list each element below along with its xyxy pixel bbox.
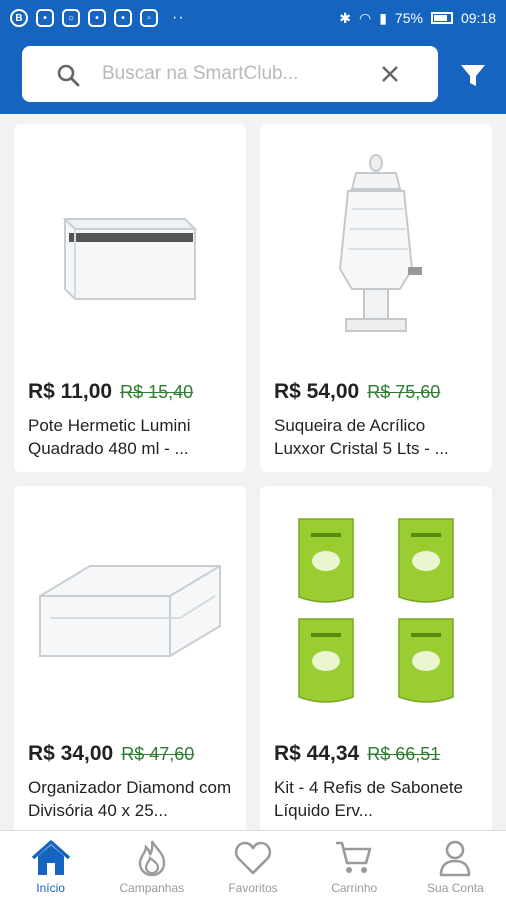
chat-icon-3: •	[114, 9, 132, 27]
product-card[interactable]: R$ 11,00 R$ 15,40 Pote Hermetic Lumini Q…	[14, 124, 246, 472]
clock: 09:18	[460, 10, 496, 26]
product-price: R$ 11,00	[28, 380, 113, 403]
chat-icon: •	[36, 9, 54, 27]
product-grid: R$ 11,00 R$ 15,40 Pote Hermetic Lumini Q…	[0, 114, 506, 830]
nav-label-account: Sua Conta	[427, 881, 484, 895]
nav-label-campaigns: Campanhas	[119, 881, 185, 895]
search-icon[interactable]	[56, 63, 80, 87]
product-name: Organizador Diamond com Divisória 40 x 2…	[28, 778, 232, 820]
product-price: R$ 54,00	[274, 380, 360, 403]
app-header	[0, 36, 506, 114]
nav-home[interactable]: Início	[0, 831, 101, 900]
product-price: R$ 44,34	[274, 742, 360, 765]
search-input[interactable]	[102, 58, 372, 90]
home-icon	[31, 840, 70, 875]
status-bar: B • ○ • • ▫ ·· ✱ ◠ ▮ 75% 09:18	[0, 0, 506, 36]
product-name: Pote Hermetic Lumini Quadrado 480 ml - .…	[28, 416, 191, 458]
more-notifications-icon: ··	[172, 9, 185, 26]
flame-icon	[138, 840, 165, 877]
product-card[interactable]: R$ 54,00 R$ 75,60 Suqueira de Acrílico L…	[260, 124, 492, 472]
wifi-icon: ◠	[358, 9, 372, 26]
user-icon	[440, 840, 471, 877]
product-name: Suqueira de Acrílico Luxxor Cristal 5 Lt…	[274, 416, 449, 458]
product-image[interactable]	[260, 124, 492, 374]
bluetooth-icon: ✱	[339, 9, 351, 26]
instagram-icon: ○	[62, 9, 80, 27]
product-old-price: R$ 66,51	[367, 744, 441, 764]
nav-campaigns[interactable]: Campanhas	[101, 831, 202, 900]
product-card[interactable]: R$ 44,34 R$ 66,51 Kit - 4 Refis de Sabon…	[260, 486, 492, 830]
product-image[interactable]	[14, 486, 246, 736]
nav-label-home: Início	[36, 881, 65, 895]
heart-icon	[234, 841, 272, 875]
product-old-price: R$ 15,40	[120, 382, 194, 402]
nav-label-favorites: Favoritos	[228, 881, 278, 895]
search-bar[interactable]	[22, 46, 438, 102]
nav-cart[interactable]: Carrinho	[304, 831, 405, 900]
chat-icon-2: •	[88, 9, 106, 27]
product-image[interactable]	[14, 124, 246, 374]
battery-icon	[430, 12, 453, 24]
signal-icon: ▮	[379, 9, 387, 26]
product-card[interactable]: R$ 34,00 R$ 47,60 Organizador Diamond co…	[14, 486, 246, 830]
cart-icon	[336, 841, 372, 873]
close-icon[interactable]	[379, 63, 401, 85]
product-name: Kit - 4 Refis de Sabonete Líquido Erv...	[274, 778, 464, 820]
filter-icon[interactable]	[460, 64, 486, 88]
product-old-price: R$ 47,60	[121, 744, 195, 764]
nav-label-cart: Carrinho	[331, 881, 378, 895]
organizer-image	[39, 565, 221, 657]
nav-account[interactable]: Sua Conta	[405, 831, 506, 900]
product-image[interactable]	[260, 486, 492, 736]
dispenser-image	[338, 154, 422, 332]
product-price: R$ 34,00	[28, 742, 114, 765]
battery-percent: 75%	[394, 10, 423, 26]
container-image	[62, 218, 198, 300]
nav-favorites[interactable]: Favoritos	[202, 831, 303, 900]
notification-b-icon: B	[10, 9, 28, 27]
bottom-navigation: Início Campanhas Favoritos Carrinho Sua …	[0, 830, 506, 900]
image-icon: ▫	[140, 9, 158, 27]
notification-icons: B • ○ • • ▫ ··	[10, 9, 185, 27]
product-old-price: R$ 75,60	[367, 382, 441, 402]
soap-refill-image	[298, 518, 454, 703]
